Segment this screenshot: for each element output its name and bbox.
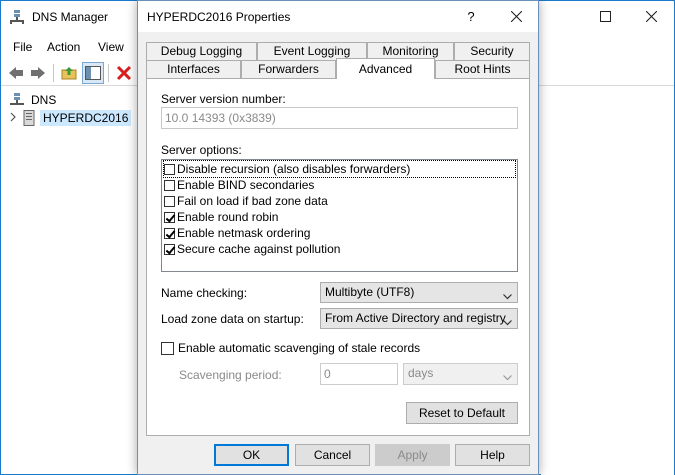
option-label: Enable BIND secondaries [177,178,315,192]
toolbar-separator [108,64,109,82]
tab-security[interactable]: Security [454,42,530,61]
option-checkbox[interactable] [164,179,175,191]
help-button[interactable]: Help [455,444,530,466]
chevron-down-icon [503,289,512,300]
dialog-title: HYPERDC2016 Properties [147,10,291,24]
option-round-robin[interactable]: Enable round robin [164,209,278,225]
dns-root-icon [9,92,25,108]
properties-dialog: HYPERDC2016 Properties ? Debug Logging E… [137,0,539,475]
name-checking-value: Multibyte (UTF8) [325,285,415,299]
option-secure-cache[interactable]: Secure cache against pollution [164,241,340,257]
option-netmask-ordering[interactable]: Enable netmask ordering [164,225,310,241]
scavenging-unit-value: days [408,366,434,380]
server-icon [21,110,37,126]
menu-action[interactable]: Action [47,40,80,54]
name-checking-label: Name checking: [161,286,248,300]
delete-icon[interactable] [113,62,135,84]
option-label: Secure cache against pollution [177,242,341,256]
server-options-list[interactable]: Disable recursion (also disables forward… [161,159,518,272]
reset-to-default-button[interactable]: Reset to Default [406,402,518,424]
option-label: Enable netmask ordering [177,226,311,240]
scavenging-checkbox[interactable] [161,342,174,355]
option-label: Enable round robin [177,210,279,224]
expand-chevron-icon[interactable] [9,111,21,125]
option-checkbox-checked[interactable] [164,243,175,255]
tab-interfaces[interactable]: Interfaces [146,60,241,79]
option-checkbox-checked[interactable] [164,211,175,223]
option-disable-recursion[interactable]: Disable recursion (also disables forward… [163,160,516,178]
tab-debug-logging[interactable]: Debug Logging [146,42,257,61]
option-fail-on-load[interactable]: Fail on load if bad zone data [164,193,328,209]
option-label: Disable recursion (also disables forward… [177,162,411,176]
option-checkbox[interactable] [164,163,175,175]
tab-advanced[interactable]: Advanced [336,58,435,79]
scavenging-label[interactable]: Enable automatic scavenging of stale rec… [178,341,420,355]
version-label: Server version number: [161,92,286,106]
option-checkbox[interactable] [164,195,175,207]
option-bind-secondaries[interactable]: Enable BIND secondaries [164,177,314,193]
scavenging-unit-select[interactable]: days [403,363,518,385]
tree-item-dns[interactable]: DNS [9,91,59,109]
close-icon[interactable] [628,1,674,32]
dns-manager-icon [9,9,25,25]
tree-item-server[interactable]: HYPERDC2016 [9,109,132,127]
load-zone-value: From Active Directory and registry [325,311,506,325]
details-pane [541,87,674,475]
scavenging-period-field[interactable]: 0 [320,363,398,385]
tree-label-dns: DNS [31,93,57,107]
ok-button[interactable]: OK [214,444,289,466]
dns-manager-title: DNS Manager [32,10,109,24]
chevron-down-icon [503,370,512,381]
load-zone-label: Load zone data on startup: [161,312,304,326]
back-arrow-icon[interactable] [5,62,27,84]
option-checkbox-checked[interactable] [164,227,175,239]
menu-view[interactable]: View [98,40,124,54]
maximize-icon[interactable] [582,1,628,32]
toolbar-separator [53,64,54,82]
tab-root-hints[interactable]: Root Hints [435,60,530,79]
help-icon[interactable]: ? [456,1,486,32]
name-checking-select[interactable]: Multibyte (UTF8) [320,282,518,303]
menu-file[interactable]: File [13,40,32,54]
cancel-button[interactable]: Cancel [295,444,370,466]
scavenging-period-label: Scavenging period: [179,368,282,382]
option-label: Fail on load if bad zone data [177,194,328,208]
dialog-close-icon[interactable] [498,1,534,32]
server-options-label: Server options: [161,143,242,157]
tab-forwarders[interactable]: Forwarders [241,60,336,79]
up-folder-icon[interactable] [58,62,80,84]
tree-label-server: HYPERDC2016 [40,110,132,126]
advanced-tab-panel: Server version number: 10.0 14393 (0x383… [146,78,530,436]
console-tree: DNS HYPERDC2016 [1,87,141,475]
version-field: 10.0 14393 (0x3839) [161,107,518,129]
show-hide-tree-icon[interactable] [82,62,104,84]
chevron-down-icon [503,315,512,326]
forward-arrow-icon[interactable] [27,62,49,84]
apply-button[interactable]: Apply [375,444,450,466]
load-zone-select[interactable]: From Active Directory and registry [320,308,518,329]
dialog-titlebar[interactable]: HYPERDC2016 Properties ? [138,1,538,32]
